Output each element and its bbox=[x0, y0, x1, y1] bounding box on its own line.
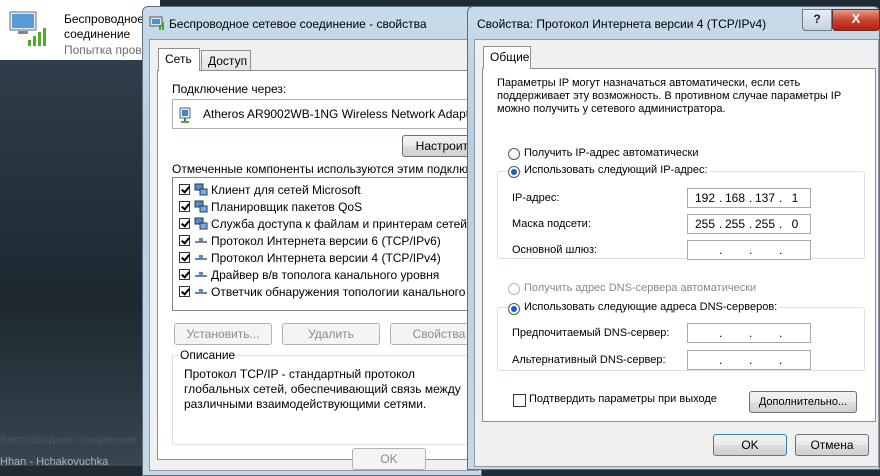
protocol-icon bbox=[195, 255, 207, 260]
general-tab-panel: Параметры IP могут назначаться автоматич… bbox=[482, 68, 876, 422]
protocol-icon bbox=[195, 272, 207, 277]
subnet-mask-label: Маска подсети: bbox=[512, 218, 591, 230]
list-item[interactable]: Протокол Интернета версии 4 (TCP/IPv4) bbox=[179, 249, 441, 266]
window-title: Свойства: Протокол Интернета версии 4 (T… bbox=[477, 17, 767, 31]
components-list: Клиент для сетей Microsoft Планировщик п… bbox=[172, 177, 492, 311]
advanced-button[interactable]: Дополнительно... bbox=[749, 391, 857, 413]
network-card-icon bbox=[179, 107, 191, 123]
connect-via-label: Подключение через: bbox=[172, 82, 287, 96]
ip-separator: . bbox=[719, 243, 723, 257]
network-tab-panel: Подключение через: Atheros AR9002WB-1NG … bbox=[157, 70, 509, 460]
network-adapter-icon bbox=[149, 16, 164, 30]
ip-separator: . bbox=[749, 326, 753, 340]
component-checkbox[interactable] bbox=[179, 235, 190, 246]
component-checkbox[interactable] bbox=[179, 252, 190, 263]
mask-octet: 255 bbox=[754, 217, 776, 231]
list-item[interactable]: Клиент для сетей Microsoft bbox=[179, 181, 361, 198]
protocol-icon bbox=[195, 238, 207, 243]
component-label: Планировщик пакетов QoS bbox=[211, 199, 363, 214]
ip-address-field[interactable]: 192. 168. 137. 1 bbox=[687, 188, 811, 208]
component-label: Драйвер в/в тополога канального уровня bbox=[211, 267, 440, 282]
adapter-box: Atheros AR9002WB-1NG Wireless Network Ad… bbox=[172, 99, 492, 129]
ip-octet: 137 bbox=[754, 191, 776, 205]
gateway-field[interactable]: . . . bbox=[687, 240, 811, 260]
adapter-name: Atheros AR9002WB-1NG Wireless Network Ad… bbox=[203, 107, 480, 121]
component-label: Клиент для сетей Microsoft bbox=[211, 182, 361, 197]
manual-ip-label[interactable]: Использовать следующий IP-адрес: bbox=[522, 164, 710, 176]
subnet-mask-field[interactable]: 255. 255. 255. 0 bbox=[687, 214, 811, 234]
tab-sharing[interactable]: Доступ bbox=[201, 50, 251, 71]
auto-ip-radio[interactable] bbox=[508, 148, 520, 160]
ok-button[interactable]: OK bbox=[352, 448, 426, 470]
auto-dns-label[interactable]: Получить адрес DNS-сервера автоматически bbox=[524, 282, 756, 294]
ip-separator: . bbox=[719, 353, 723, 367]
component-label: Ответчик обнаружения топологии канальног… bbox=[211, 284, 492, 299]
intro-text: Параметры IP могут назначаться автоматич… bbox=[497, 77, 841, 115]
ip-address-label: IP-адрес: bbox=[512, 192, 560, 204]
mask-octet: 255 bbox=[694, 217, 716, 231]
mask-octet: 255 bbox=[724, 217, 746, 231]
component-checkbox[interactable] bbox=[179, 286, 190, 297]
component-checkbox[interactable] bbox=[179, 184, 190, 195]
manual-dns-label[interactable]: Использовать следующие адреса DNS-сервер… bbox=[522, 301, 780, 313]
tab-network[interactable]: Сеть bbox=[158, 48, 200, 71]
gateway-label: Основной шлюз: bbox=[512, 244, 598, 256]
component-label: Служба доступа к файлам и принтерам сете… bbox=[211, 216, 492, 231]
list-item[interactable]: Служба доступа к файлам и принтерам сете… bbox=[179, 215, 492, 232]
components-label: Отмеченные компоненты используются этим … bbox=[172, 162, 510, 176]
component-checkbox[interactable] bbox=[179, 218, 190, 229]
list-item[interactable]: Драйвер в/в тополога канального уровня bbox=[179, 266, 439, 283]
window-client-area: Общие Параметры IP могут назначаться авт… bbox=[474, 39, 879, 467]
ip-separator: . bbox=[749, 353, 753, 367]
preferred-dns-field[interactable]: . . . bbox=[687, 323, 811, 343]
protocol-icon bbox=[195, 289, 207, 294]
preferred-dns-label: Предпочитаемый DNS-сервер: bbox=[512, 327, 670, 339]
desktop-background bbox=[0, 60, 160, 466]
qos-scheduler-icon bbox=[194, 200, 208, 213]
ip-separator: . bbox=[749, 243, 753, 257]
component-checkbox[interactable] bbox=[179, 269, 190, 280]
ip-separator: . bbox=[779, 243, 783, 257]
description-text: Протокол TCP/IP - стандартный протокол г… bbox=[184, 367, 461, 411]
ipv4-properties-window: Свойства: Протокол Интернета версии 4 (T… bbox=[467, 6, 880, 470]
cancel-button[interactable]: Отмена bbox=[795, 434, 869, 456]
ip-separator: . bbox=[719, 326, 723, 340]
auto-dns-radio[interactable] bbox=[508, 283, 520, 295]
ip-octet: 192 bbox=[694, 191, 716, 205]
install-button[interactable]: Установить... bbox=[174, 323, 272, 345]
connection-status: Попытка пров bbox=[64, 43, 142, 57]
component-label: Протокол Интернета версии 4 (TCP/IPv4) bbox=[211, 250, 441, 265]
component-checkbox[interactable] bbox=[179, 201, 190, 212]
alternate-dns-label: Альтернативный DNS-сервер: bbox=[512, 354, 666, 366]
ip-octet: 1 bbox=[791, 191, 799, 205]
list-item[interactable]: Протокол Интернета версии 6 (TCP/IPv6) bbox=[179, 232, 441, 249]
close-button[interactable]: X bbox=[832, 9, 880, 31]
alternate-dns-field[interactable]: . . . bbox=[687, 350, 811, 370]
manual-ip-radio[interactable] bbox=[508, 166, 520, 178]
ok-button[interactable]: OK bbox=[713, 434, 787, 456]
window-client-area: Сеть Доступ Подключение через: Atheros A… bbox=[149, 39, 509, 471]
validate-label[interactable]: Подтвердить параметры при выходе bbox=[529, 393, 717, 405]
description-title: Описание bbox=[178, 348, 238, 362]
tab-general[interactable]: Общие bbox=[483, 46, 531, 69]
network-client-icon bbox=[194, 183, 208, 196]
ip-octet: 168 bbox=[724, 191, 746, 205]
auto-ip-label[interactable]: Получить IP-адрес автоматически bbox=[524, 147, 698, 159]
help-button[interactable]: ? bbox=[802, 9, 832, 31]
wireless-network-icon[interactable] bbox=[8, 10, 52, 48]
list-item[interactable]: Планировщик пакетов QoS bbox=[179, 198, 362, 215]
background-text: Hhan - Hchakovuchka bbox=[0, 456, 109, 468]
ip-separator: . bbox=[779, 353, 783, 367]
manual-dns-radio[interactable] bbox=[508, 303, 520, 315]
validate-checkbox[interactable] bbox=[513, 394, 526, 407]
ip-separator: . bbox=[779, 326, 783, 340]
component-label: Протокол Интернета версии 6 (TCP/IPv6) bbox=[211, 233, 441, 248]
window-title: Беспроводное сетевое соединение - свойст… bbox=[169, 17, 427, 31]
connection-properties-window: Беспроводное сетевое соединение - свойст… bbox=[142, 6, 509, 476]
remove-button[interactable]: Удалить bbox=[282, 323, 380, 345]
list-item[interactable]: Ответчик обнаружения топологии канальног… bbox=[179, 283, 492, 300]
mask-octet: 0 bbox=[791, 217, 799, 231]
file-sharing-icon bbox=[194, 217, 208, 230]
